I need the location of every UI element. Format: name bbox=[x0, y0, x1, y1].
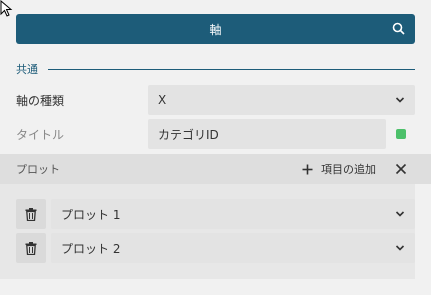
plot-row: プロット 2 bbox=[16, 233, 415, 263]
plot-section-header: プロット 項目の追加 bbox=[0, 154, 431, 184]
add-item-label: 項目の追加 bbox=[321, 163, 376, 176]
plot-section-title: プロット bbox=[16, 163, 60, 176]
common-section-header: 共通 bbox=[16, 60, 415, 78]
chevron-down-icon bbox=[395, 245, 405, 251]
title-color-swatch[interactable] bbox=[396, 129, 406, 139]
add-item-button[interactable]: 項目の追加 bbox=[302, 154, 376, 184]
search-icon[interactable] bbox=[392, 22, 405, 35]
axis-type-label: 軸の種類 bbox=[16, 93, 65, 108]
trash-icon bbox=[25, 241, 37, 255]
mouse-cursor-icon bbox=[0, 0, 13, 17]
axis-type-select[interactable]: X bbox=[148, 85, 415, 115]
title-row: タイトル カテゴリID bbox=[16, 119, 415, 149]
close-icon[interactable] bbox=[395, 163, 407, 175]
title-input[interactable]: カテゴリID bbox=[148, 119, 386, 149]
chevron-down-icon bbox=[395, 211, 405, 217]
chevron-down-icon bbox=[395, 97, 405, 103]
plot-list: プロット 1 プロット 2 bbox=[0, 184, 415, 279]
title-label: タイトル bbox=[16, 127, 65, 142]
trash-icon bbox=[25, 207, 37, 221]
plus-icon bbox=[302, 164, 313, 174]
section-divider bbox=[48, 68, 415, 70]
page-title: 軸 bbox=[209, 22, 222, 37]
delete-plot-button[interactable] bbox=[16, 199, 46, 229]
plot-label: プロット 2 bbox=[61, 241, 121, 256]
plot-select[interactable]: プロット 2 bbox=[51, 233, 415, 263]
axis-type-row: 軸の種類 X bbox=[16, 85, 415, 115]
plot-select[interactable]: プロット 1 bbox=[51, 199, 415, 229]
title-input-value: カテゴリID bbox=[158, 127, 219, 142]
common-section-label: 共通 bbox=[16, 63, 38, 76]
delete-plot-button[interactable] bbox=[16, 233, 46, 263]
axis-type-value: X bbox=[158, 93, 167, 107]
header-bar: 軸 bbox=[16, 14, 415, 44]
plot-row: プロット 1 bbox=[16, 199, 415, 229]
plot-label: プロット 1 bbox=[61, 207, 121, 222]
